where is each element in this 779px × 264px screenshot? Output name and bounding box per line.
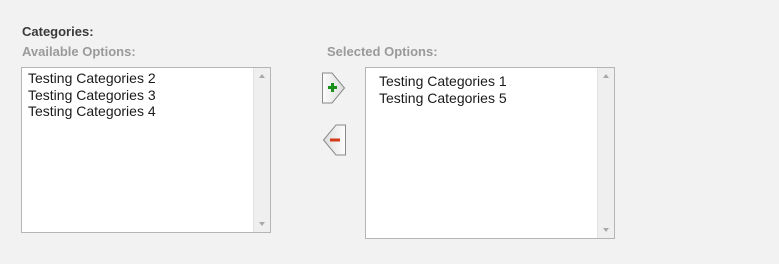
available-option[interactable]: Testing Categories 3 <box>22 87 253 104</box>
available-options-list: Testing Categories 2 Testing Categories … <box>22 70 253 120</box>
selected-scrollbar[interactable] <box>597 68 614 238</box>
add-option-button[interactable] <box>320 70 348 106</box>
minus-arrow-left-icon <box>322 124 346 156</box>
available-option[interactable]: Testing Categories 4 <box>22 103 253 120</box>
selected-options-listbox[interactable]: Testing Categories 1 Testing Categories … <box>365 67 615 239</box>
selected-options-list: Testing Categories 1 Testing Categories … <box>366 73 597 106</box>
selected-option[interactable]: Testing Categories 1 <box>366 73 597 90</box>
scroll-up-arrow-icon[interactable] <box>254 69 270 83</box>
available-scrollbar[interactable] <box>253 68 270 232</box>
remove-option-button[interactable] <box>320 122 348 158</box>
scroll-up-arrow-icon[interactable] <box>598 69 614 83</box>
available-options-listbox[interactable]: Testing Categories 2 Testing Categories … <box>21 67 271 233</box>
selected-options-label: Selected Options: <box>327 44 438 59</box>
available-options-label: Available Options: <box>22 44 136 59</box>
selected-option[interactable]: Testing Categories 5 <box>366 90 597 107</box>
categories-label: Categories: <box>22 24 94 39</box>
plus-arrow-right-icon <box>322 72 346 104</box>
categories-selector: Categories: Available Options: Selected … <box>0 0 779 264</box>
scroll-down-arrow-icon[interactable] <box>254 217 270 231</box>
available-option[interactable]: Testing Categories 2 <box>22 70 253 87</box>
scroll-down-arrow-icon[interactable] <box>598 223 614 237</box>
